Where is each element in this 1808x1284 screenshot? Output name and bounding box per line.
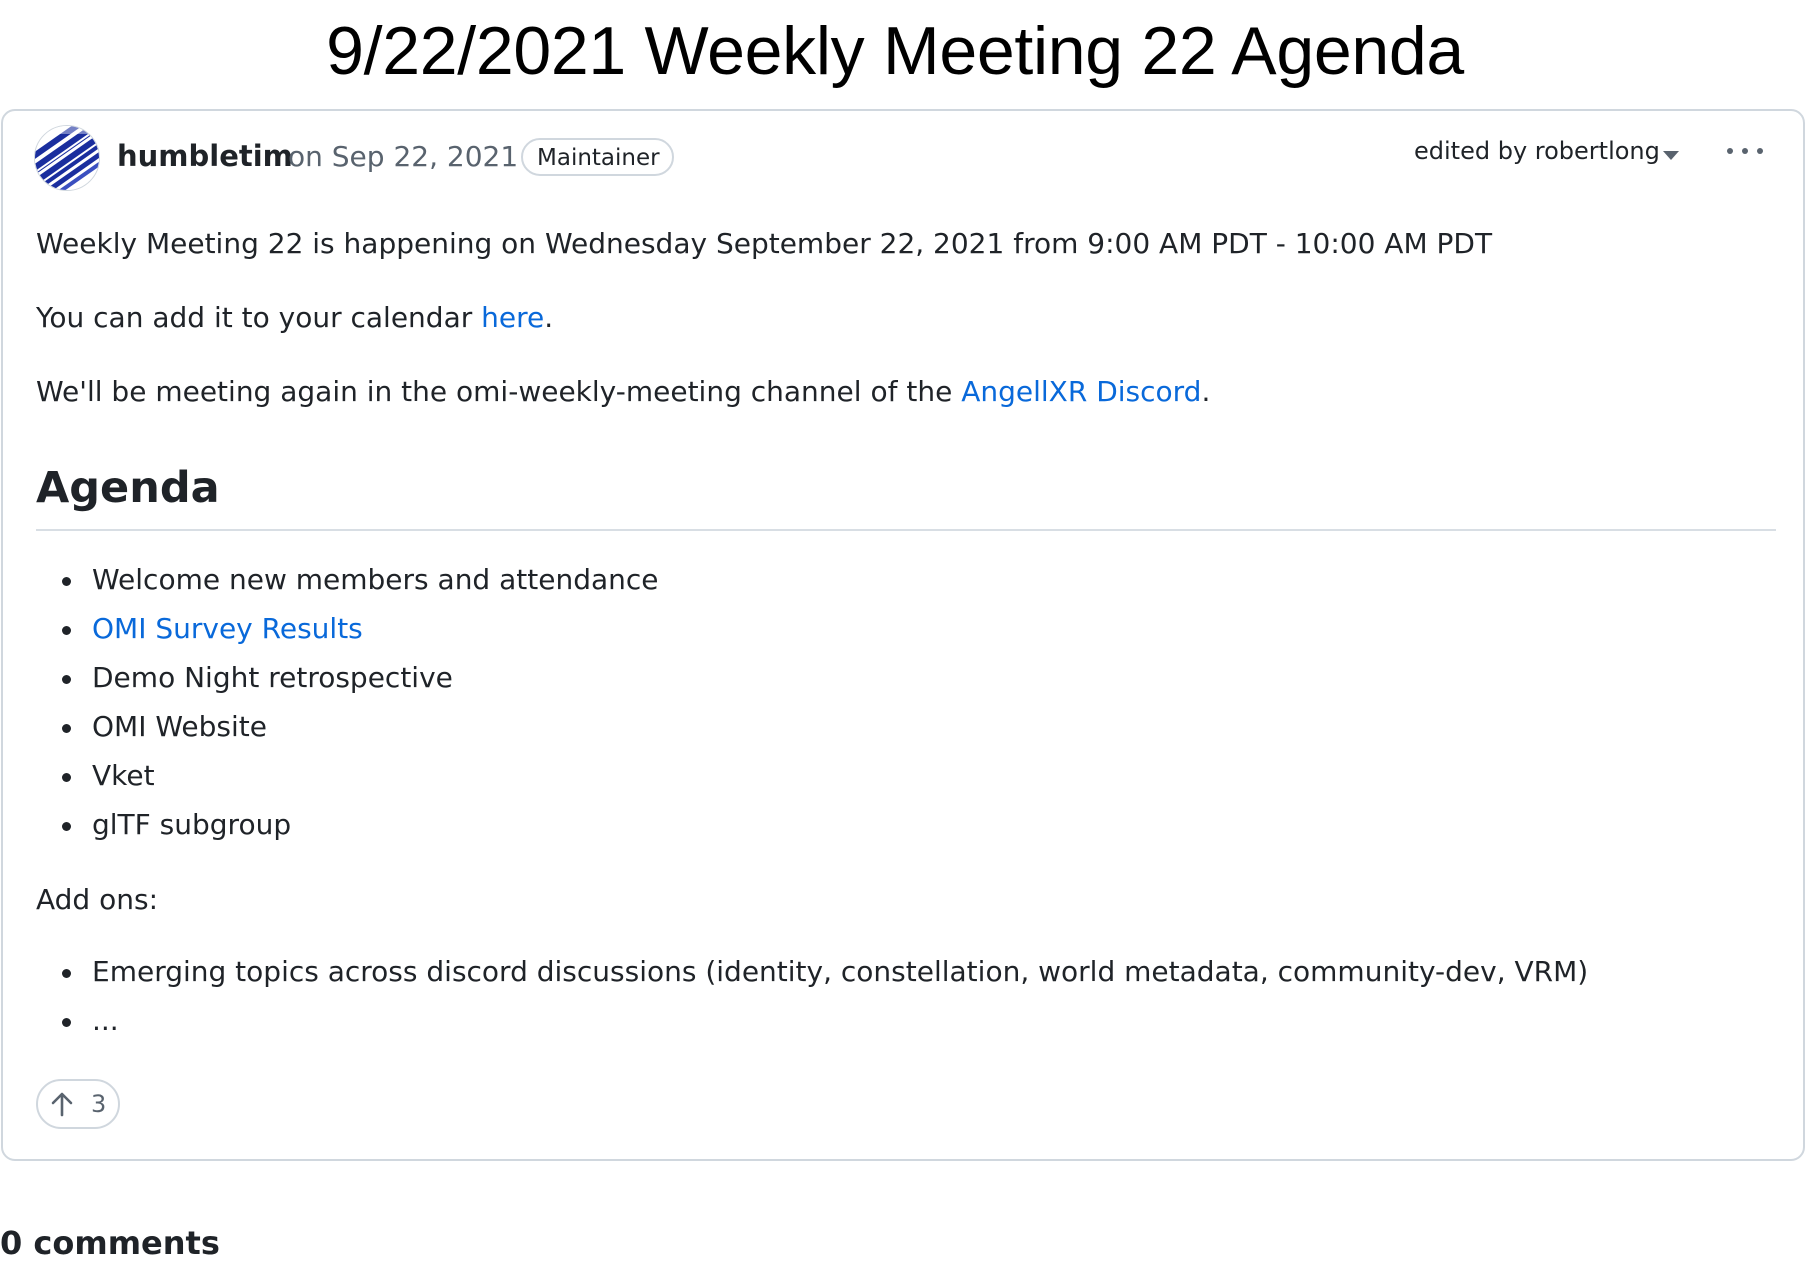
intro-line-3-text: We'll be meeting again in the omi-weekly… [36,375,962,408]
intro-line-2-text: You can add it to your calendar [36,301,482,334]
edited-by-label[interactable]: edited by robertlong [1414,137,1660,165]
intro-line-1: Weekly Meeting 22 is happening on Wednes… [36,227,1493,260]
agenda-heading: Agenda [36,463,220,513]
heading-divider [36,529,1776,531]
addons-label: Add ons: [36,883,159,916]
list-item: ... [3,1001,1703,1050]
kebab-menu-icon[interactable] [1725,137,1765,165]
list-item: Demo Night retrospective [3,658,1703,707]
avatar[interactable] [34,125,100,191]
intro-line-2-suffix: . [544,301,554,334]
comments-heading: 0 comments [0,1224,220,1262]
survey-results-link[interactable]: OMI Survey Results [92,612,363,645]
intro-line-2: You can add it to your calendar here. [36,301,553,334]
addons-list: Emerging topics across discord discussio… [3,952,1703,1050]
author-name[interactable]: humbletim [117,139,293,173]
list-item: Emerging topics across discord discussio… [3,952,1703,1001]
list-item: OMI Survey Results [3,609,1703,658]
list-item: glTF subgroup [3,805,1703,854]
calendar-link[interactable]: here [481,301,544,334]
maintainer-badge: Maintainer [521,138,674,176]
upvote-count: 3 [91,1090,107,1118]
list-item: OMI Website [3,707,1703,756]
post-header: humbletim on Sep 22, 2021 Maintainer edi… [3,111,1803,211]
intro-line-3-suffix: . [1201,375,1211,408]
arrow-up-icon [51,1092,73,1117]
discussion-post: humbletim on Sep 22, 2021 Maintainer edi… [1,109,1805,1161]
list-item: Welcome new members and attendance [3,560,1703,609]
list-item: Vket [3,756,1703,805]
chevron-down-icon[interactable] [1663,151,1679,160]
intro-line-3: We'll be meeting again in the omi-weekly… [36,375,1210,408]
upvote-button[interactable]: 3 [36,1079,120,1129]
agenda-list: Welcome new members and attendance OMI S… [3,560,1703,854]
discord-link[interactable]: AngellXR Discord [961,375,1201,408]
page-title: 9/22/2021 Weekly Meeting 22 Agenda [326,13,1464,89]
post-date[interactable]: on Sep 22, 2021 [288,140,518,173]
